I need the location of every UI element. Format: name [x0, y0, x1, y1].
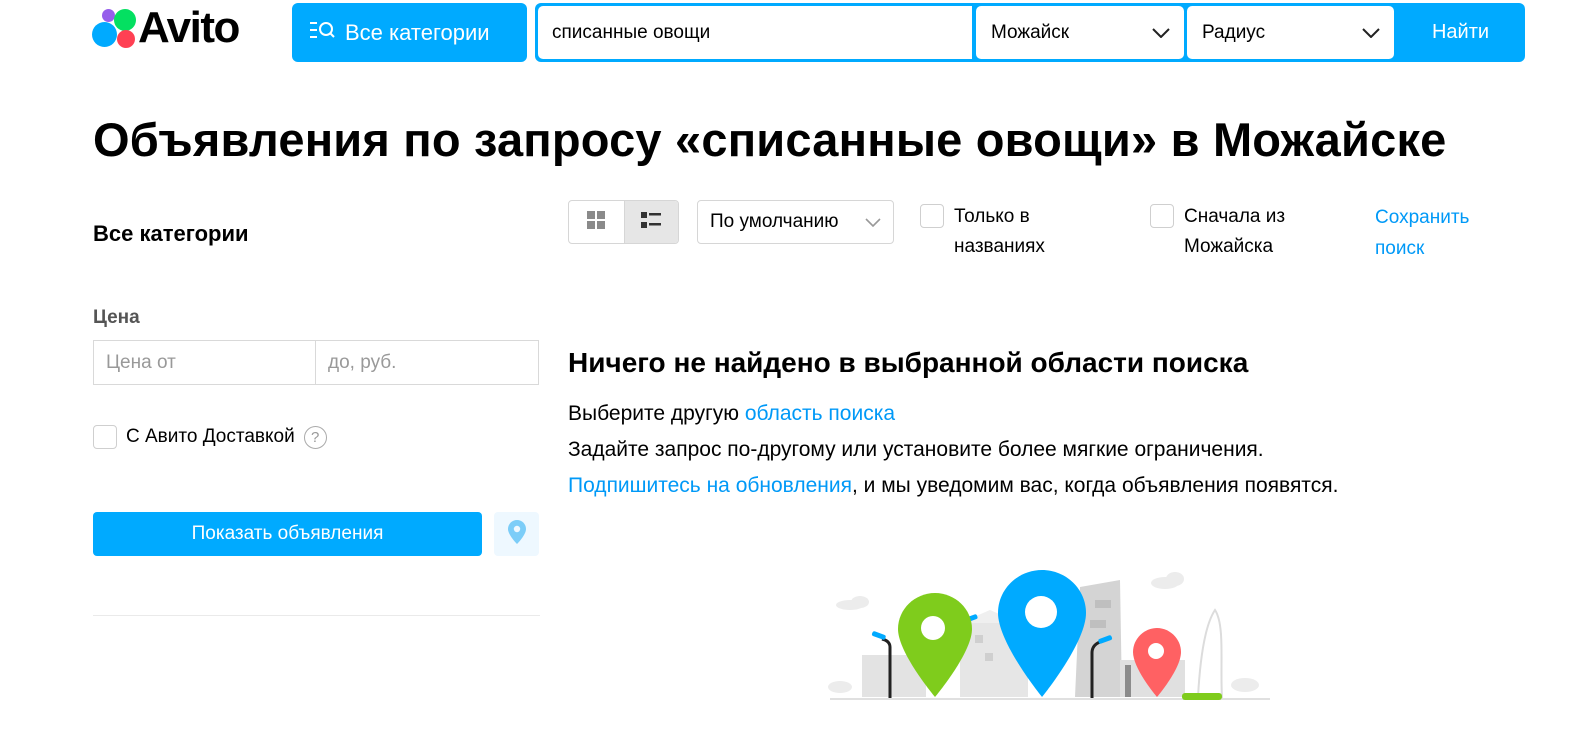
categories-search-icon: [309, 20, 335, 46]
view-toggle: [568, 200, 679, 244]
empty-state-line-1: Выберите другую область поиска: [568, 402, 896, 425]
list-view-button[interactable]: [623, 201, 678, 243]
radius-value: Радиус: [1202, 21, 1266, 43]
city-select[interactable]: Можайск: [976, 6, 1184, 59]
map-pin-icon: [507, 519, 526, 549]
list-icon: [641, 211, 662, 234]
logo-dots-icon: [92, 6, 138, 50]
delivery-filter: С Авито Доставкой ?: [93, 425, 327, 449]
help-icon[interactable]: ?: [303, 425, 327, 449]
empty-state-line-2: Задайте запрос по-другому или установите…: [568, 438, 1264, 461]
only-titles-filter: Только в названиях: [920, 202, 1045, 262]
empty-state-title: Ничего не найдено в выбранной области по…: [568, 347, 1249, 378]
price-from-input[interactable]: [93, 340, 316, 385]
chevron-down-icon: [1152, 22, 1170, 44]
sort-select[interactable]: По умолчанию: [697, 200, 894, 244]
first-from-city-label[interactable]: Сначала из Можайска: [1184, 202, 1285, 262]
empty-state-line-3: Подпишитесь на обновления, и мы уведомим…: [568, 474, 1339, 497]
radius-select[interactable]: Радиус: [1187, 6, 1394, 59]
empty-city-illustration: [828, 570, 1270, 700]
save-search-link[interactable]: Сохранить поиск: [1375, 202, 1469, 264]
subscribe-link[interactable]: Подпишитесь на обновления: [568, 474, 852, 497]
sidebar-divider: [93, 615, 540, 616]
find-button[interactable]: Найти: [1396, 3, 1525, 62]
only-titles-label[interactable]: Только в названиях: [954, 202, 1045, 262]
delivery-checkbox[interactable]: [93, 425, 117, 449]
search-area-link[interactable]: область поиска: [745, 402, 895, 425]
chevron-down-icon: [1362, 22, 1380, 44]
search-input[interactable]: [538, 6, 972, 59]
map-button[interactable]: [494, 512, 539, 556]
avito-logo[interactable]: Avito: [92, 3, 240, 52]
all-categories-label: Все категории: [345, 19, 490, 45]
only-titles-checkbox[interactable]: [920, 204, 944, 228]
sidebar-category[interactable]: Все категории: [93, 221, 249, 247]
delivery-label[interactable]: С Авито Доставкой: [126, 426, 295, 448]
city-value: Можайск: [991, 21, 1070, 43]
price-label: Цена: [93, 307, 140, 328]
logo-text: Avito: [138, 3, 240, 52]
sort-value: По умолчанию: [710, 211, 839, 232]
price-to-input[interactable]: [315, 340, 539, 385]
show-listings-button[interactable]: Показать объявления: [93, 512, 482, 556]
all-categories-button[interactable]: Все категории: [292, 3, 527, 62]
grid-view-button[interactable]: [569, 201, 624, 243]
page-title: Объявления по запросу «списанные овощи» …: [93, 113, 1447, 166]
chevron-down-icon: [865, 211, 881, 233]
first-from-city-checkbox[interactable]: [1150, 204, 1174, 228]
grid-icon: [587, 210, 606, 234]
first-from-city-filter: Сначала из Можайска: [1150, 202, 1285, 262]
